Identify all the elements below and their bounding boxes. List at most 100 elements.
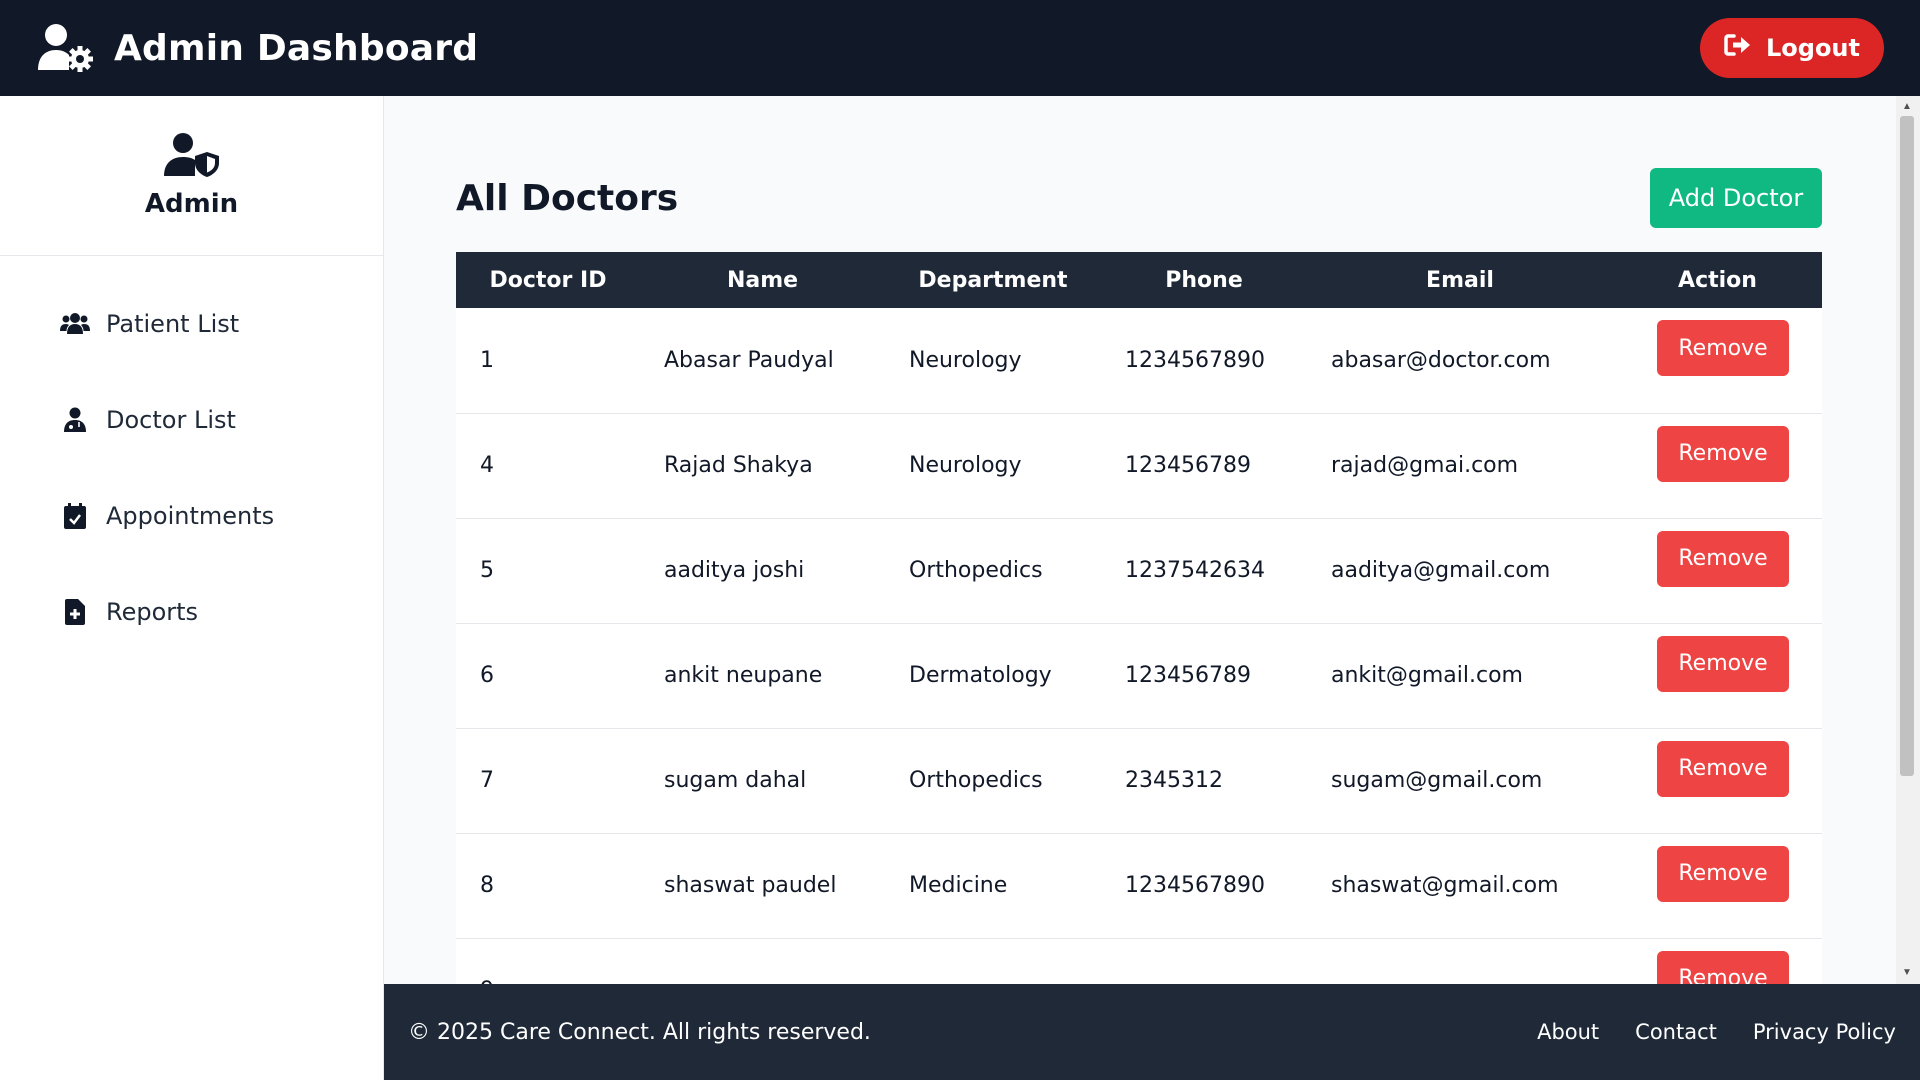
sidebar-item-label: Appointments	[106, 502, 275, 530]
sidebar-item-doctor-list[interactable]: Doctor List	[0, 372, 383, 468]
email-cell: aaditya@gmail.com	[1307, 518, 1613, 624]
scrollbar-thumb[interactable]	[1900, 116, 1914, 776]
sidebar-nav: Patient List Doctor List Appointments Re…	[0, 256, 383, 660]
sidebar-item-label: Reports	[106, 598, 199, 626]
users-icon	[60, 312, 90, 336]
phone-cell: 1234567890	[1101, 833, 1307, 939]
table-row: 4 Rajad Shakya Neurology 123456789 rajad@gma…	[456, 413, 1822, 519]
department-cell: Medicine	[885, 833, 1101, 939]
user-gear-icon	[36, 22, 96, 74]
action-cell: Remove	[1613, 623, 1822, 729]
remove-button[interactable]: Remove	[1657, 530, 1789, 587]
email-cell: rajad@gmai.com	[1307, 413, 1613, 519]
column-header: Email	[1426, 267, 1494, 293]
table-row: 8 shaswat paudel Medicine 1234567890 shaswat…	[456, 833, 1822, 939]
email-cell: shaswat@gmail.com	[1307, 833, 1613, 939]
doctor-id-cell: 7	[456, 728, 640, 834]
column-header: Name	[726, 267, 799, 293]
doctor-id-cell: 5	[456, 518, 640, 624]
doctor-id-cell: 1	[456, 308, 640, 414]
doctors-table: Doctor ID Name Department Phone Email Ac…	[456, 252, 1822, 984]
scrollbar[interactable]: ▲ ▼	[1896, 96, 1920, 984]
phone-cell: 2345312	[1101, 728, 1307, 834]
sidebar-profile: Admin	[0, 96, 383, 256]
doctor-id-cell: 8	[456, 833, 640, 939]
calendar-check-icon	[60, 503, 90, 529]
department-cell: Dermatology	[885, 623, 1101, 729]
copyright-text: © 2025 Care Connect. All rights reserved…	[408, 1019, 871, 1045]
remove-button[interactable]: Remove	[1657, 320, 1789, 376]
phone-cell: 123456789	[1101, 623, 1307, 729]
department-cell: Orthopedics	[885, 518, 1101, 624]
sidebar-role-label: Admin	[144, 189, 239, 219]
remove-button[interactable]: Remove	[1657, 635, 1789, 692]
remove-button[interactable]: Remove	[1657, 425, 1789, 482]
sidebar: Admin Patient List Doctor List Appointme…	[0, 96, 384, 1080]
user-shield-icon	[163, 132, 221, 183]
name-cell: ankit neupane	[640, 623, 885, 729]
logout-label: Logout	[1765, 34, 1860, 62]
action-cell: Remove	[1613, 308, 1822, 414]
column-header: Department	[918, 267, 1068, 293]
email-cell: abasar@doctor.com	[1307, 308, 1613, 414]
column-header: Doctor ID	[489, 267, 607, 293]
department-cell: Neurology	[885, 413, 1101, 519]
phone-cell: 123456789	[1101, 413, 1307, 519]
logout-button[interactable]: Logout	[1699, 18, 1884, 78]
sidebar-item-reports[interactable]: Reports	[0, 564, 383, 660]
table-row: 7 sugam dahal Orthopedics 2345312 sugam@gmai…	[456, 728, 1822, 834]
email-cell	[1307, 938, 1613, 984]
remove-button[interactable]: Remove	[1657, 740, 1789, 797]
table-row: 9 Remove	[456, 938, 1822, 984]
page-title: Admin Dashboard	[114, 27, 479, 69]
sidebar-item-patient-list[interactable]: Patient List	[0, 276, 383, 372]
action-cell: Remove	[1613, 728, 1822, 834]
remove-button[interactable]: Remove	[1657, 845, 1789, 902]
add-doctor-button[interactable]: Add Doctor	[1650, 168, 1822, 228]
main-content[interactable]: All Doctors Add Doctor Doctor ID Name De…	[384, 96, 1920, 984]
doctor-id-cell: 6	[456, 623, 640, 729]
footer: © 2025 Care Connect. All rights reserved…	[384, 984, 1920, 1080]
action-cell: Remove	[1613, 938, 1822, 984]
doctor-id-cell: 9	[456, 938, 640, 984]
footer-links: About Contact Privacy Policy	[1537, 1020, 1896, 1044]
column-header: Action	[1678, 267, 1757, 293]
doctor-id-cell: 4	[456, 413, 640, 519]
action-cell: Remove	[1613, 833, 1822, 939]
scroll-down-icon[interactable]: ▼	[1900, 966, 1914, 980]
email-cell: ankit@gmail.com	[1307, 623, 1613, 729]
sign-out-icon	[1724, 33, 1752, 63]
sidebar-item-label: Patient List	[106, 310, 240, 338]
department-cell: Neurology	[885, 308, 1101, 414]
section-title: All Doctors	[456, 177, 679, 219]
top-header: Admin Dashboard Logout	[0, 0, 1920, 96]
action-cell: Remove	[1613, 413, 1822, 519]
action-cell: Remove	[1613, 518, 1822, 624]
footer-link-privacy-policy[interactable]: Privacy Policy	[1753, 1020, 1896, 1044]
name-cell: Abasar Paudyal	[640, 308, 885, 414]
table-row: 5 aaditya joshi Orthopedics 1237542634 aadit…	[456, 518, 1822, 624]
name-cell: shaswat paudel	[640, 833, 885, 939]
column-header: Phone	[1165, 267, 1243, 293]
remove-button[interactable]: Remove	[1657, 950, 1789, 984]
doctors-table-wrapper: Doctor ID Name Department Phone Email Ac…	[456, 252, 1822, 984]
file-medical-icon	[60, 599, 90, 625]
phone-cell: 1237542634	[1101, 518, 1307, 624]
email-cell: sugam@gmail.com	[1307, 728, 1613, 834]
sidebar-item-appointments[interactable]: Appointments	[0, 468, 383, 564]
name-cell: sugam dahal	[640, 728, 885, 834]
content-header: All Doctors Add Doctor	[456, 168, 1822, 228]
footer-link-about[interactable]: About	[1537, 1020, 1599, 1044]
name-cell: Rajad Shakya	[640, 413, 885, 519]
scroll-up-icon[interactable]: ▲	[1900, 100, 1914, 114]
phone-cell: 1234567890	[1101, 308, 1307, 414]
department-cell	[885, 938, 1101, 984]
table-row: 6 ankit neupane Dermatology 123456789 ankit@…	[456, 623, 1822, 729]
brand: Admin Dashboard	[36, 22, 478, 74]
footer-link-contact[interactable]: Contact	[1635, 1020, 1717, 1044]
user-doctor-icon	[60, 407, 90, 433]
phone-cell	[1101, 938, 1307, 984]
sidebar-item-label: Doctor List	[106, 406, 236, 434]
table-row: 1 Abasar Paudyal Neurology 1234567890 abasar…	[456, 308, 1822, 414]
name-cell: aaditya joshi	[640, 518, 885, 624]
